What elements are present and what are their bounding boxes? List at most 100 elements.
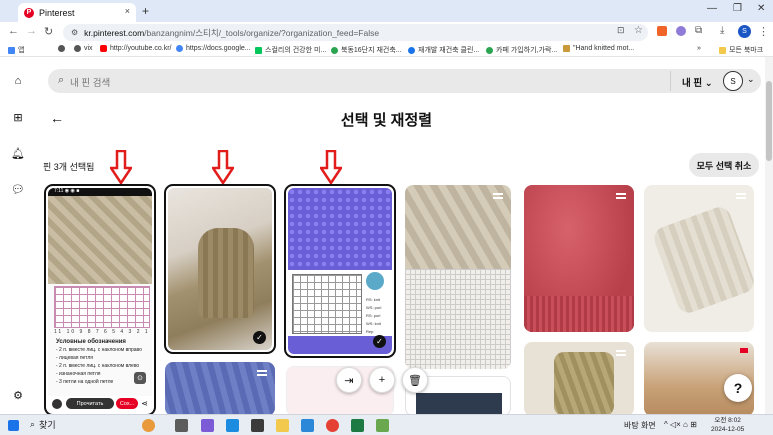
store-icon[interactable] — [251, 419, 264, 432]
taskbar-clock[interactable]: 오전 8:02 2024-12-05 — [711, 416, 744, 434]
bookmark-apps[interactable]: 앱 — [8, 45, 24, 55]
forward-nav-icon[interactable]: → — [26, 25, 37, 37]
notifications-bell-icon[interactable]: 🔔︎ — [11, 146, 25, 160]
desktop-label[interactable]: 바탕 화면 — [624, 420, 656, 431]
share-icon: ⋖ — [141, 399, 148, 408]
app-icon[interactable] — [301, 419, 314, 432]
selected-check-icon: ✓ — [373, 335, 386, 348]
pin-card[interactable]: ✓ — [164, 184, 276, 354]
help-button[interactable]: ? — [724, 374, 752, 402]
minimize-icon[interactable]: — — [707, 3, 717, 14]
sweater-image — [198, 228, 254, 318]
drag-handle-icon[interactable] — [257, 370, 267, 376]
reload-icon[interactable]: ↻ — [44, 25, 53, 38]
extension-purple-icon[interactable] — [676, 26, 686, 36]
navigation-bar: ← → ↻ ⚙ kr.pinterest.com/banzangnim/스티치/… — [0, 22, 773, 42]
app-icon[interactable] — [376, 419, 389, 432]
file-explorer-icon[interactable] — [276, 419, 289, 432]
chart-legend: Условные обозначения - 2 п. вместе лиц. … — [56, 339, 142, 385]
widget-icon[interactable] — [142, 419, 155, 432]
chrome-icon[interactable] — [326, 419, 339, 432]
pin-card[interactable] — [405, 185, 511, 369]
site-info-icon[interactable]: ⚙ — [71, 28, 78, 37]
copilot-icon[interactable] — [201, 419, 214, 432]
etsy-icon — [563, 45, 570, 52]
extension-orange-icon[interactable] — [657, 26, 667, 36]
bookmark-star-icon[interactable]: ☆ — [634, 25, 643, 36]
bookmark-item[interactable] — [58, 45, 65, 52]
cafe-icon — [486, 46, 493, 54]
naver-icon — [255, 46, 262, 54]
close-window-icon[interactable]: ✕ — [757, 3, 765, 14]
bookmark-item[interactable]: http://youtube.co.kr/ — [100, 45, 171, 52]
stitch-chart-grid — [292, 274, 362, 334]
bookmark-item[interactable]: vix — [74, 45, 93, 52]
red-arrow-annotation-icon — [320, 150, 342, 184]
new-tab-button[interactable]: + — [142, 4, 149, 18]
bookmark-item[interactable]: https://docs.google... — [176, 45, 251, 52]
deselect-all-button[interactable]: 모두 선택 취소 — [689, 153, 759, 177]
knit-work-image — [554, 352, 614, 416]
drag-handle-icon[interactable] — [616, 193, 626, 199]
taskbar-search[interactable]: ⌕ 찾기 — [30, 418, 56, 431]
task-view-icon[interactable] — [175, 419, 188, 432]
purple-knit-swatch — [288, 188, 392, 270]
bookmark-item[interactable]: 재개발 재건축 클린... — [408, 45, 479, 55]
pin-card[interactable] — [165, 362, 275, 416]
search-icon: ⌕ — [58, 74, 65, 86]
bookmark-item[interactable]: "Hand knitted mot... — [563, 45, 634, 52]
red-arrow-annotation-icon — [212, 150, 234, 184]
all-bookmarks[interactable]: 모든 북마크 — [719, 45, 763, 55]
edge-icon[interactable] — [226, 419, 239, 432]
windows-start-icon[interactable] — [8, 420, 19, 431]
chart-row-numbers: 11 10 9 8 7 6 5 4 3 2 1 — [54, 329, 150, 335]
pin-card[interactable] — [524, 342, 634, 416]
move-pins-button[interactable]: ⇥ — [336, 367, 362, 393]
account-chevron-icon[interactable]: ⌄ — [747, 74, 755, 85]
excel-icon[interactable] — [351, 419, 364, 432]
drag-handle-icon[interactable] — [493, 193, 503, 199]
user-avatar[interactable]: S — [723, 71, 743, 91]
back-nav-icon[interactable]: ← — [8, 25, 19, 37]
page-scrollbar[interactable] — [765, 57, 773, 414]
scrollbar-thumb[interactable] — [766, 81, 772, 161]
bookmarks-more[interactable]: » — [697, 45, 701, 52]
settings-gear-icon[interactable]: ⚙ — [11, 388, 25, 402]
pin-card[interactable]: 7:11 ◉ ◉ ■ 11 10 9 8 7 6 5 4 3 2 1 Услов… — [44, 184, 156, 416]
selected-check-icon: ✓ — [253, 331, 266, 344]
knit-chart-image — [405, 269, 511, 369]
knitting-chart-grid — [54, 286, 150, 328]
bookmark-item[interactable]: 카페 가입하기,가락... — [486, 45, 557, 55]
maximize-icon[interactable]: ❐ — [733, 3, 742, 14]
chat-icon — [52, 399, 62, 409]
bookmark-item[interactable]: 스컬리의 건강한 미... — [255, 45, 326, 55]
install-app-icon[interactable]: ⊡ — [617, 25, 625, 36]
google-icon — [408, 46, 415, 54]
search-icon: ⌕ — [30, 419, 36, 429]
tab-pinterest[interactable]: P Pinterest × — [18, 3, 136, 22]
ribbed-hem-image — [524, 296, 634, 332]
address-bar[interactable]: ⚙ kr.pinterest.com/banzangnim/스티치/_tools… — [63, 24, 648, 41]
home-icon[interactable]: ⌂ — [11, 74, 25, 88]
messages-icon[interactable]: 💬︎ — [11, 182, 25, 196]
extensions-puzzle-icon[interactable]: ⧉ — [695, 25, 702, 36]
pin-card[interactable] — [644, 185, 754, 332]
tab-close-icon[interactable]: × — [125, 6, 130, 16]
bookmark-item[interactable]: 북동16단지 재건축... — [331, 45, 402, 55]
drag-handle-icon[interactable] — [736, 193, 746, 199]
drag-handle-icon[interactable] — [616, 350, 626, 356]
pin-card[interactable]: RS: knit WS: purl RS: purl WS: knit Rep … — [284, 184, 396, 358]
badge-icon — [740, 348, 748, 353]
vix-icon — [74, 45, 81, 52]
pin-card[interactable] — [524, 185, 634, 332]
download-icon[interactable]: ⤓ — [720, 25, 724, 36]
delete-pins-button[interactable]: 🗑 — [402, 367, 428, 393]
system-tray-icons[interactable]: ^ ◁× ⌂ ⊞ — [664, 420, 697, 429]
add-to-section-button[interactable]: + — [369, 367, 395, 393]
my-pins-dropdown[interactable]: 내 핀 ⌄ — [682, 75, 713, 89]
profile-avatar[interactable]: S — [738, 25, 751, 38]
pin-image: RS: knit WS: purl RS: purl WS: knit Rep … — [288, 188, 392, 354]
tab-strip: P Pinterest × + — ❐ ✕ — [0, 0, 773, 22]
browser-menu-icon[interactable]: ⋮ — [758, 25, 769, 38]
pin-search-bar[interactable]: ⌕ 내 핀 검색 내 핀 ⌄ — [48, 69, 761, 93]
